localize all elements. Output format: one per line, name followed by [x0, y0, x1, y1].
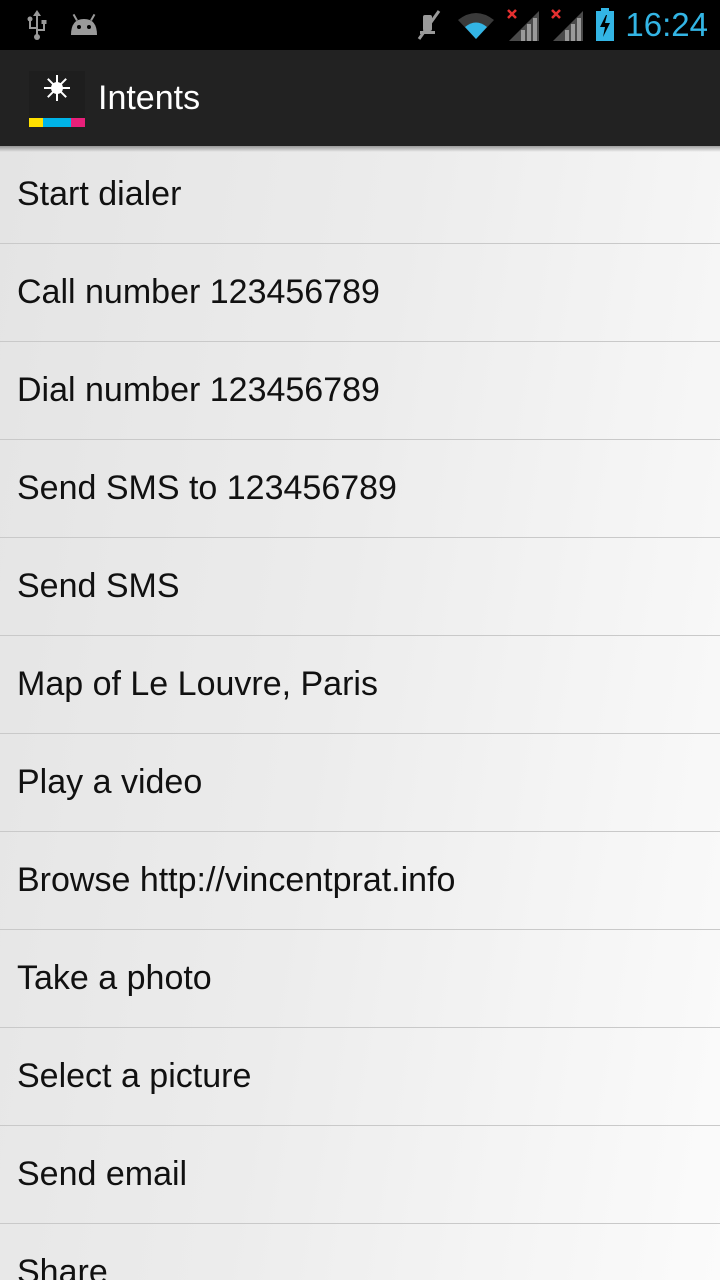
list-item-play-video[interactable]: Play a video [0, 734, 720, 832]
list-item-map[interactable]: Map of Le Louvre, Paris [0, 636, 720, 734]
list-item-send-sms-to-number[interactable]: Send SMS to 123456789 [0, 440, 720, 538]
list-item-select-picture[interactable]: Select a picture [0, 1028, 720, 1126]
list-item-label: Call number 123456789 [17, 273, 380, 311]
list-item-label: Send SMS [17, 567, 180, 605]
list-item-label: Select a picture [17, 1057, 252, 1095]
list-item-take-photo[interactable]: Take a photo [0, 930, 720, 1028]
list-item-label: Play a video [17, 763, 203, 801]
clock: 16:24 [625, 6, 708, 43]
list-item-start-dialer[interactable]: Start dialer [0, 146, 720, 244]
status-bar: 16:24 [0, 0, 720, 50]
list-item-label: Share [17, 1253, 108, 1280]
page-title: Intents [98, 79, 201, 117]
signal-no-service-icon [504, 0, 542, 50]
intent-list: Start dialer Call number 123456789 Dial … [0, 146, 720, 1280]
list-item-label: Dial number 123456789 [17, 371, 380, 409]
wifi-icon [454, 0, 498, 50]
muted-icon [412, 0, 446, 50]
list-item-browse[interactable]: Browse http://vincentprat.info [0, 832, 720, 930]
app-logo-icon[interactable] [29, 71, 85, 127]
list-item-label: Take a photo [17, 959, 212, 997]
list-item-dial-number[interactable]: Dial number 123456789 [0, 342, 720, 440]
list-item-label: Start dialer [17, 175, 182, 213]
action-bar-shadow [0, 146, 720, 152]
signal-no-service-icon [548, 0, 586, 50]
android-debug-icon [66, 0, 102, 50]
list-item-label: Send email [17, 1155, 188, 1193]
list-item-label: Map of Le Louvre, Paris [17, 665, 378, 703]
list-item-send-sms[interactable]: Send SMS [0, 538, 720, 636]
list-item-send-email[interactable]: Send email [0, 1126, 720, 1224]
list-item-label: Browse http://vincentprat.info [17, 861, 456, 899]
action-bar: Intents [0, 50, 720, 146]
battery-charging-icon [592, 0, 618, 50]
list-item-share[interactable]: Share [0, 1224, 720, 1280]
list-item-label: Send SMS to 123456789 [17, 469, 397, 507]
usb-icon [22, 0, 52, 50]
list-item-call-number[interactable]: Call number 123456789 [0, 244, 720, 342]
